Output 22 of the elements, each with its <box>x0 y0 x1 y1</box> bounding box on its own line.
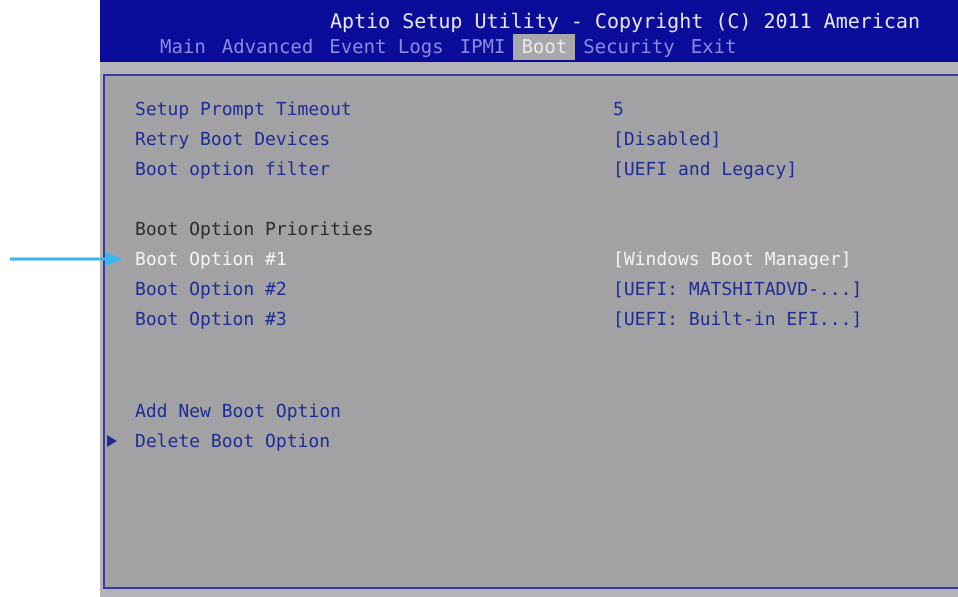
menu-tab[interactable]: IPMI <box>452 34 514 60</box>
setting-label[interactable]: Boot Option #3 <box>135 308 613 330</box>
setting-label[interactable]: Boot option filter <box>135 158 613 180</box>
setting-value[interactable]: [UEFI: MATSHITADVD-...] <box>613 278 862 300</box>
setting-label[interactable]: Boot Option #1 <box>135 248 613 270</box>
window-title: Aptio Setup Utility - Copyright (C) 2011 American <box>329 8 922 34</box>
section-heading: Boot Option Priorities <box>135 218 374 240</box>
setting-value[interactable]: [Disabled] <box>613 128 722 150</box>
setting-label[interactable]: Add New Boot Option <box>135 400 613 422</box>
menu-tab[interactable]: Main <box>152 34 214 60</box>
setting-label[interactable]: Retry Boot Devices <box>135 128 613 150</box>
menu-tab[interactable]: Exit <box>682 34 744 60</box>
setting-value[interactable]: [Windows Boot Manager] <box>613 248 852 270</box>
setting-value[interactable]: [UEFI: Built-in EFI...] <box>613 308 862 330</box>
menu-tab[interactable]: Event Logs <box>321 34 452 60</box>
menu-tab[interactable]: Security <box>575 34 683 60</box>
setting-value[interactable]: 5 <box>613 98 624 120</box>
menu-tab[interactable]: Advanced <box>214 34 322 60</box>
setting-label[interactable]: Delete Boot Option <box>135 430 613 452</box>
setting-label[interactable]: Setup Prompt Timeout <box>135 98 613 120</box>
setting-label[interactable]: Boot Option #2 <box>135 278 613 300</box>
setting-value[interactable]: [UEFI and Legacy] <box>613 158 798 180</box>
